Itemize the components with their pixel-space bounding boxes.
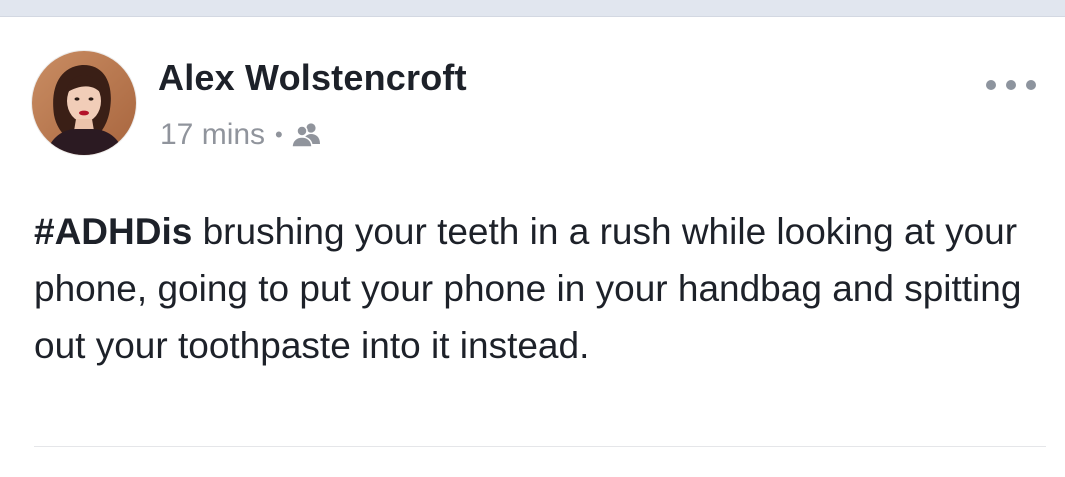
profile-photo-icon (32, 51, 136, 155)
top-strip (0, 0, 1065, 17)
author-name[interactable]: Alex Wolstencroft (158, 57, 467, 99)
friends-icon[interactable] (290, 122, 323, 148)
divider (34, 446, 1046, 447)
post-text: #ADHDis brushing your teeth in a rush wh… (34, 203, 1044, 374)
hashtag-link[interactable]: #ADHDis (34, 211, 192, 252)
meta-separator: • (275, 122, 283, 147)
more-options-icon (1006, 80, 1016, 90)
post-meta: 17 mins • (160, 115, 323, 155)
more-options-icon (1026, 80, 1036, 90)
avatar[interactable] (32, 51, 136, 155)
post-card: Alex Wolstencroft 17 mins • #ADHDis brus… (0, 17, 1065, 477)
more-options-icon (986, 80, 996, 90)
more-options-button[interactable] (986, 73, 1036, 97)
timestamp[interactable]: 17 mins (160, 118, 265, 152)
